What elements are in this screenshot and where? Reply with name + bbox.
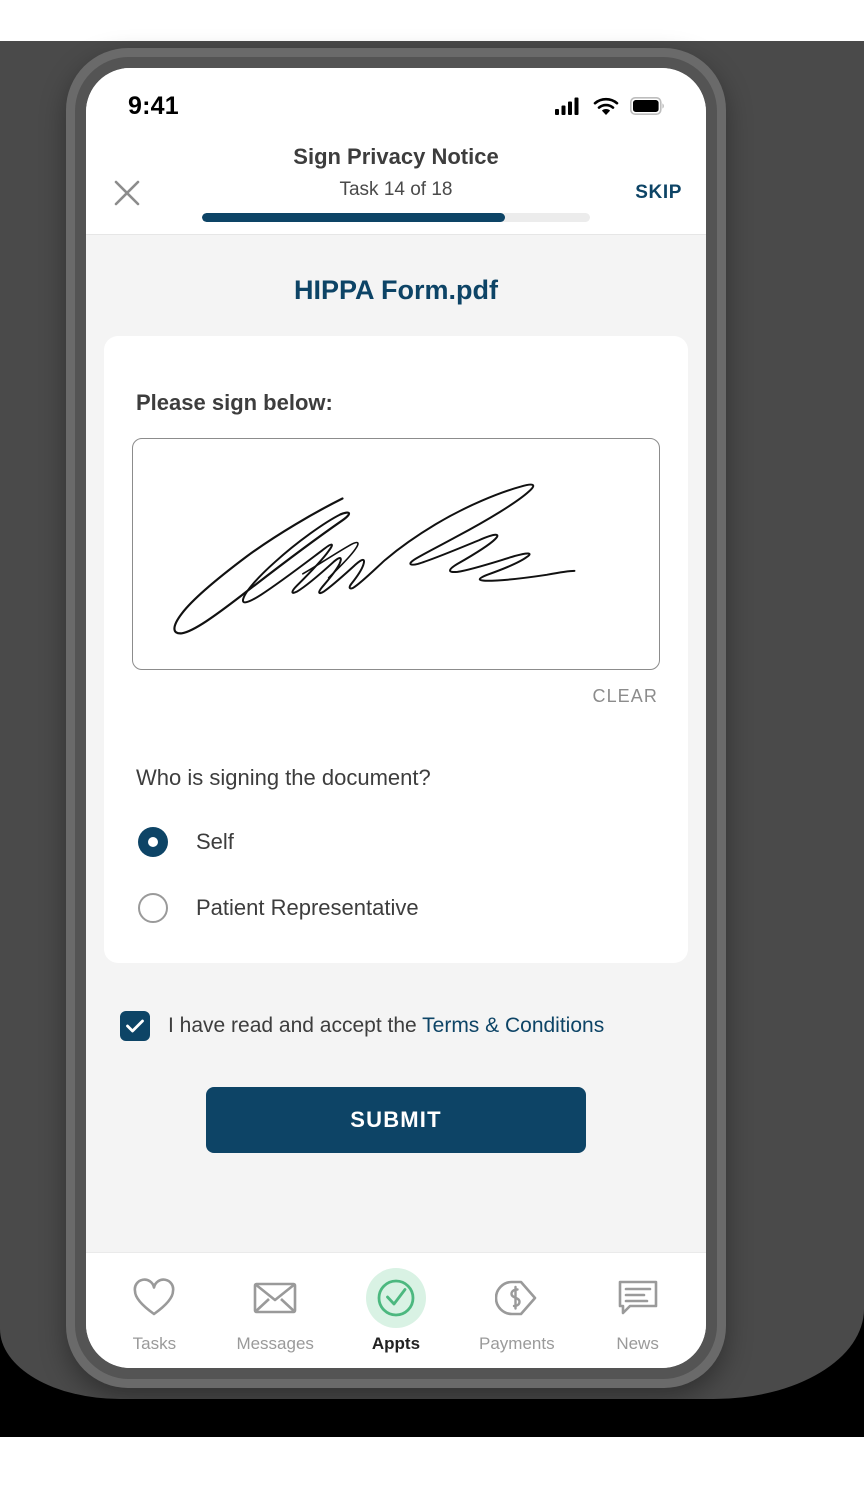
news-chat-icon <box>618 1280 657 1314</box>
tab-tasks-icon-wrap <box>124 1268 184 1328</box>
signer-question: Who is signing the document? <box>136 765 431 790</box>
cellular-signal-icon <box>555 97 579 115</box>
radio-patient-representative-label: Patient Representative <box>196 895 419 920</box>
terms-text: I have read and accept the Terms & Condi… <box>168 1014 604 1038</box>
signature-pad[interactable] <box>132 438 660 670</box>
progress-bar-track <box>202 213 590 222</box>
tab-news-label: News <box>616 1333 659 1353</box>
tab-messages[interactable]: Messages <box>219 1268 331 1354</box>
terms-text-prefix: I have read and accept the <box>168 1014 423 1037</box>
dollar-tag-icon <box>494 1280 537 1315</box>
submit-button[interactable]: SUBMIT <box>206 1087 586 1153</box>
signature-card: Please sign below: CLEAR Who is signing … <box>104 336 688 963</box>
tab-payments-icon-wrap <box>487 1268 547 1328</box>
page-title: Sign Privacy Notice <box>293 144 499 169</box>
main-content: HIPPA Form.pdf Please sign below: CLEAR <box>86 235 706 1252</box>
phone-device: 9:41 Sign Privacy Notice SKIP Task 14 of… <box>66 48 726 1388</box>
status-bar: 9:41 <box>86 68 706 130</box>
heart-icon <box>133 1277 175 1315</box>
tab-news[interactable]: News <box>582 1268 694 1354</box>
tab-tasks[interactable]: Tasks <box>98 1268 210 1354</box>
radio-patient-representative-indicator[interactable] <box>138 893 168 923</box>
tab-appts[interactable]: Appts <box>340 1267 452 1354</box>
tab-messages-icon-wrap <box>245 1268 305 1328</box>
checkmark-icon <box>126 1019 144 1033</box>
phone-bezel: 9:41 Sign Privacy Notice SKIP Task 14 of… <box>75 57 717 1379</box>
submit-row: SUBMIT <box>104 1041 688 1153</box>
envelope-icon <box>253 1282 297 1313</box>
tab-news-icon-wrap <box>608 1268 668 1328</box>
tab-tasks-label: Tasks <box>132 1333 177 1353</box>
terms-checkbox[interactable] <box>120 1011 150 1041</box>
wifi-icon <box>593 97 619 115</box>
battery-full-icon <box>630 97 664 115</box>
phone-screen: 9:41 Sign Privacy Notice SKIP Task 14 of… <box>86 68 706 1368</box>
tab-payments[interactable]: Payments <box>461 1268 573 1354</box>
tab-appts-label: Appts <box>371 1333 421 1353</box>
tab-appts-icon-wrap <box>365 1267 426 1328</box>
status-bar-time: 9:41 <box>128 91 179 120</box>
tab-messages-label: Messages <box>236 1333 314 1353</box>
sign-below-label: Please sign below: <box>136 390 333 415</box>
radio-option-patient-representative[interactable]: Patient Representative <box>132 857 660 923</box>
terms-row: I have read and accept the Terms & Condi… <box>104 963 688 1041</box>
progress-bar-fill <box>202 213 505 222</box>
skip-button[interactable]: SKIP <box>635 182 682 204</box>
bottom-tab-bar: Tasks Messages Appts Payments News <box>86 1252 706 1368</box>
tab-payments-label: Payments <box>478 1333 555 1353</box>
radio-self-label: Self <box>196 829 234 854</box>
status-bar-icons <box>555 97 664 116</box>
close-icon <box>114 180 140 206</box>
radio-option-self[interactable]: Self <box>132 791 660 857</box>
clear-row: CLEAR <box>132 670 660 707</box>
clear-signature-button[interactable]: CLEAR <box>592 686 658 707</box>
close-button[interactable] <box>110 176 144 210</box>
check-circle-icon <box>377 1279 415 1316</box>
task-progress-label: Task 14 of 18 <box>339 179 453 200</box>
terms-and-conditions-link[interactable]: Terms & Conditions <box>422 1014 604 1037</box>
document-title: HIPPA Form.pdf <box>294 275 498 305</box>
radio-self-indicator[interactable] <box>138 827 168 857</box>
nav-bar: Sign Privacy Notice SKIP Task 14 of 18 <box>86 130 706 235</box>
scene: 9:41 Sign Privacy Notice SKIP Task 14 of… <box>0 0 864 1488</box>
signature-drawing <box>173 483 576 635</box>
